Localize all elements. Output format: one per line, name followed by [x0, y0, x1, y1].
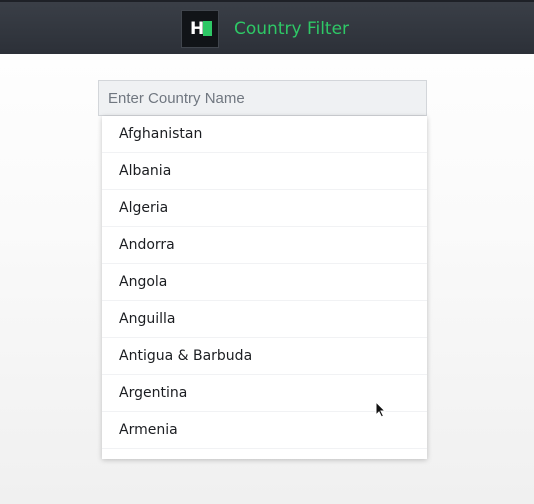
list-item-country[interactable]: Andorra	[102, 227, 427, 264]
page-title: Country Filter	[234, 19, 350, 39]
list-item-country[interactable]: Algeria	[102, 190, 427, 227]
list-item-country[interactable]: Angola	[102, 264, 427, 301]
logo-accent-block	[203, 21, 212, 36]
list-item-country[interactable]: Anguilla	[102, 301, 427, 338]
app-header: H Country Filter	[0, 0, 534, 54]
mouse-pointer-icon	[375, 401, 386, 418]
list-item-country[interactable]: Antigua & Barbuda	[102, 338, 427, 375]
list-item-country[interactable]: Albania	[102, 153, 427, 190]
country-search-input[interactable]	[98, 80, 427, 116]
list-item-country[interactable]: Afghanistan	[102, 116, 427, 153]
hackerrank-logo[interactable]: H	[181, 10, 219, 48]
